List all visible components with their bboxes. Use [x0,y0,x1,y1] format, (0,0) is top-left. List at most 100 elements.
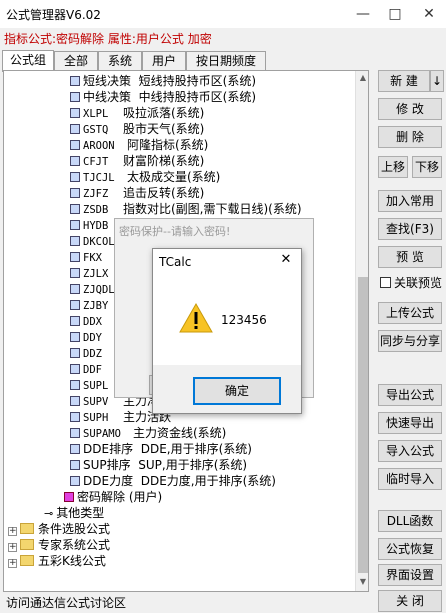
formula-desc: DDE,用于排序(系统) [140,442,252,456]
close-window-button[interactable]: ✕ [414,0,444,28]
tree-item[interactable]: AROON 阿隆指标(系统) [70,137,208,153]
formula-code: DDE排序 [83,442,134,456]
sync-share-button[interactable]: 同步与分享 [378,330,442,352]
formula-icon [70,108,80,118]
formula-icon [70,460,80,470]
message-box-title: TCalc [159,255,192,269]
minimize-button[interactable]: — [348,0,378,28]
preview-button[interactable]: 预 览 [378,246,442,268]
tab-system[interactable]: 系统 [98,51,142,71]
formula-icon [70,396,80,406]
formula-desc: 短线持股持币区(系统) [138,74,257,88]
close-button[interactable]: 关 闭 [378,590,442,612]
tree-item-selected[interactable]: 密码解除 (用户) [64,489,162,505]
add-common-button[interactable]: 加入常用 [378,190,442,212]
formula-desc: 吸拉派落(系统) [123,106,205,120]
tree-item[interactable]: 短线决策 短线持股持币区(系统) [70,73,256,89]
tree-item[interactable]: SUPAMO 主力资金线(系统) [70,425,226,441]
upload-button[interactable]: 上传公式 [378,302,442,324]
formula-desc: 中线持股持币区(系统) [138,90,257,104]
formula-desc: 追击反转(系统) [123,186,205,200]
find-button[interactable]: 查找(F3) [378,218,442,240]
delete-button[interactable]: 删 除 [378,126,442,148]
tree-label: 五彩K线公式 [38,554,106,568]
modify-button[interactable]: 修 改 [378,98,442,120]
close-icon[interactable]: ✕ [277,252,295,267]
formula-icon [70,284,80,294]
key-icon: ⊸ [44,507,54,520]
tree-item[interactable]: CFJT 财富阶梯(系统) [70,153,204,169]
tree-item[interactable]: GSTQ 股市天气(系统) [70,121,204,137]
folder-icon [20,523,34,534]
tree-item[interactable]: ZSDB 指数对比(副图,需下载日线)(系统) [70,201,302,217]
formula-icon [70,476,80,486]
tree-item[interactable]: TJCJL 太极成交量(系统) [70,169,220,185]
formula-code: 中线决策 [83,90,132,104]
formula-code: 短线决策 [83,74,132,88]
tree-item[interactable]: XLPL 吸拉派落(系统) [70,105,204,121]
formula-code: SUP排序 [83,458,131,472]
formula-icon [70,220,80,230]
tree-item[interactable]: DDE排序 DDE,用于排序(系统) [70,441,252,457]
tree-item[interactable]: ZJFZ 追击反转(系统) [70,185,204,201]
tab-by-frequency[interactable]: 按日期频度 [186,51,266,71]
formula-icon [70,412,80,422]
formula-icon [70,76,80,86]
formula-code: ZSDB [83,204,109,216]
expand-icon[interactable]: + [8,527,17,536]
linked-preview-checkbox[interactable]: 关联预览 [380,276,442,292]
ok-button[interactable]: 确定 [193,377,281,405]
temp-import-button[interactable]: 临时导入 [378,468,442,490]
formula-icon [70,124,80,134]
formula-code: AROON [83,140,115,152]
tree-item[interactable]: DDE力度 DDE力度,用于排序(系统) [70,473,276,489]
forum-link[interactable]: 访问通达信公式讨论区 [6,594,126,611]
tab-all[interactable]: 全部 [54,51,98,71]
export-button[interactable]: 导出公式 [378,384,442,406]
formula-icon [70,380,80,390]
formula-icon [70,156,80,166]
import-button[interactable]: 导入公式 [378,440,442,462]
tree-label: 专家系统公式 [38,538,111,552]
formula-icon [70,444,80,454]
checkbox-box[interactable] [380,277,391,288]
scroll-down-arrow-icon[interactable]: ▼ [357,575,368,589]
tree-item[interactable]: SUP排序 SUP,用于排序(系统) [70,457,247,473]
tree-item[interactable]: 中线决策 中线持股持币区(系统) [70,89,256,105]
tab-user[interactable]: 用户 [142,51,186,71]
tab-formula-group[interactable]: 公式组 [2,50,54,72]
dll-button[interactable]: DLL函数 [378,510,442,532]
folder-icon [20,539,34,550]
tree-group[interactable]: + 专家系统公式 [8,537,110,553]
new-dropdown-arrow-icon[interactable]: ↓ [430,70,444,92]
expand-icon[interactable]: + [8,559,17,568]
tree-group[interactable]: + 五彩K线公式 [8,553,106,569]
quick-export-button[interactable]: 快速导出 [378,412,442,434]
formula-icon [70,172,80,182]
warning-icon [179,303,213,333]
expand-icon[interactable]: + [8,543,17,552]
move-up-button[interactable]: 上移 [378,156,408,178]
formula-icon [70,268,80,278]
ui-settings-button[interactable]: 界面设置 [378,564,442,586]
scroll-up-arrow-icon[interactable]: ▲ [357,71,368,85]
tree-label: 其他类型 [56,506,105,520]
move-down-button[interactable]: 下移 [412,156,442,178]
scroll-thumb[interactable] [358,277,368,573]
folder-icon [20,555,34,566]
message-text: 123456 [221,313,267,327]
message-box-titlebar: TCalc ✕ [153,249,301,275]
formula-icon [70,332,80,342]
maximize-button[interactable]: □ [380,0,410,28]
restore-button[interactable]: 公式恢复 [378,538,442,560]
formula-icon [70,236,80,246]
formula-desc: (用户) [128,490,163,504]
tree-scrollbar[interactable]: ▲ ▼ [355,71,368,591]
formula-desc: 股市天气(系统) [123,122,205,136]
tree-item-other-types[interactable]: ⊸ 其他类型 [44,505,104,521]
tree-group[interactable]: + 条件选股公式 [8,521,110,537]
formula-code: 密码解除 [77,490,126,504]
checkbox-label: 关联预览 [394,276,443,290]
new-button[interactable]: 新 建 [378,70,430,92]
formula-code: CFJT [83,156,109,168]
